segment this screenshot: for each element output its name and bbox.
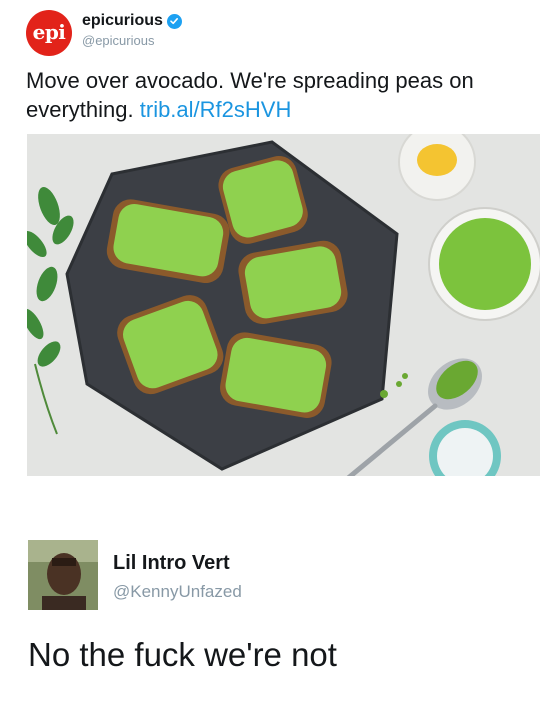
profile-photo bbox=[28, 540, 98, 610]
reply-handle[interactable]: @KennyUnfazed bbox=[113, 582, 242, 602]
author-display-name[interactable]: epicurious bbox=[82, 12, 163, 30]
avatar-logo-text: epi bbox=[32, 19, 66, 44]
reply-display-name[interactable]: Lil Intro Vert bbox=[113, 552, 230, 575]
tweet-text: Move over avocado. We're spreading peas … bbox=[26, 66, 536, 124]
epicurious-avatar[interactable]: epi bbox=[26, 10, 72, 56]
original-tweet: epi epicurious @epicurious Move over avo… bbox=[0, 0, 550, 490]
tweet-link[interactable]: trib.al/Rf2sHVH bbox=[140, 97, 292, 122]
author-name-row: epicurious bbox=[82, 12, 182, 30]
verified-badge-icon bbox=[166, 13, 182, 29]
tweet-photo[interactable] bbox=[27, 134, 540, 476]
reply-avatar[interactable] bbox=[28, 540, 98, 610]
author-handle[interactable]: @epicurious bbox=[82, 33, 154, 48]
reply-tweet: Lil Intro Vert @KennyUnfazed No the fuck… bbox=[0, 490, 550, 721]
pea-toast-photo bbox=[27, 134, 540, 476]
reply-text: No the fuck we're not bbox=[28, 636, 337, 673]
